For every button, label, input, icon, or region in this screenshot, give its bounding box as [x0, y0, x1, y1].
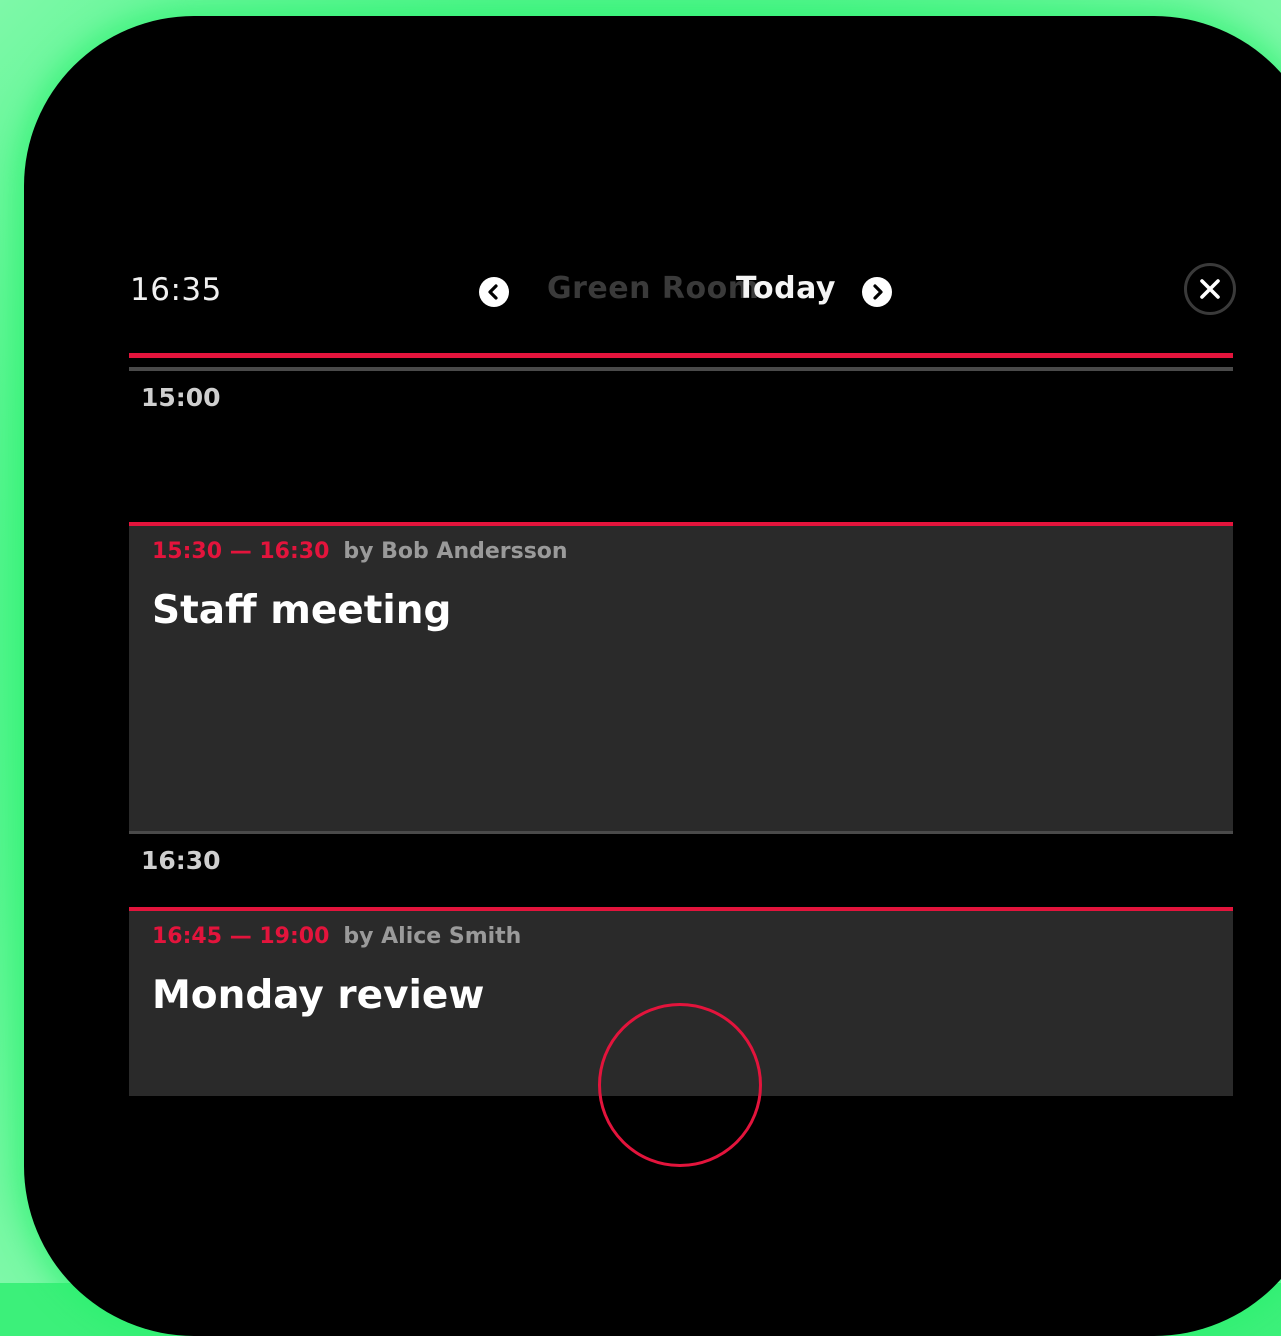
event-title: Monday review: [152, 973, 485, 1018]
room-name: Green Room: [547, 271, 760, 306]
hour-divider: [129, 367, 1233, 371]
hour-label: 15:00: [141, 383, 221, 412]
hour-label: 16:30: [141, 846, 221, 875]
close-button[interactable]: [1184, 263, 1236, 315]
event-meta: 15:30 — 16:30 by Bob Andersson: [152, 539, 568, 564]
event-host: by Bob Andersson: [343, 539, 568, 564]
previous-day-button[interactable]: [479, 277, 509, 307]
next-day-button[interactable]: [862, 277, 892, 307]
device-frame: 16:35 Green Room Today 15:00 15:30 — 16:…: [24, 16, 1281, 1336]
current-time: 16:35: [130, 272, 222, 308]
event-title: Staff meeting: [152, 588, 452, 633]
close-icon: [1200, 279, 1220, 299]
hour-divider: [129, 831, 1233, 834]
room-schedule-screen: 16:35 Green Room Today 15:00 15:30 — 16:…: [24, 16, 1281, 1299]
event-meta: 16:45 — 19:00 by Alice Smith: [152, 924, 521, 949]
event-time: 15:30 — 16:30: [152, 539, 330, 564]
event-time: 16:45 — 19:00: [152, 924, 330, 949]
event-card[interactable]: 15:30 — 16:30 by Bob Andersson Staff meet…: [129, 522, 1233, 833]
chevron-left-icon: [488, 284, 498, 300]
chevron-right-icon: [873, 284, 883, 300]
day-label: Today: [736, 271, 836, 306]
event-host: by Alice Smith: [343, 924, 522, 949]
touch-indicator: [598, 1003, 762, 1167]
current-time-indicator: [129, 353, 1233, 358]
